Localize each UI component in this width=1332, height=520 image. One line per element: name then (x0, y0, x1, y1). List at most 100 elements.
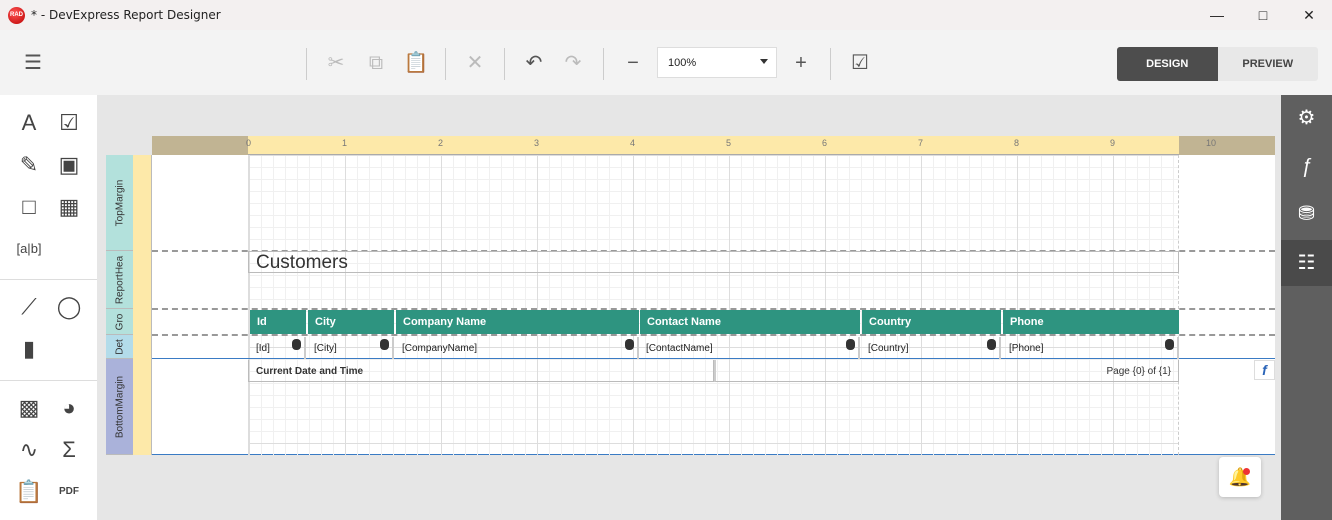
toolbar: ☰ ✂ ⧉ 📋 ✕ ↶ ↷ − 100% + ☑ DESIGN PREVIEW (0, 30, 1332, 95)
table-tool-icon[interactable]: ▦ (54, 192, 84, 222)
band-label: TopMargin (114, 179, 125, 226)
field-name: [Id] (256, 343, 270, 354)
menu-icon[interactable]: ☰ (18, 48, 48, 78)
mode-switch: DESIGN PREVIEW (1117, 47, 1318, 81)
gauge-tool-icon[interactable]: ◕ (54, 393, 84, 423)
zoom-out-icon[interactable]: − (618, 48, 648, 78)
horizontal-ruler: 0 1 2 3 4 5 6 7 8 9 10 (152, 136, 1275, 155)
right-margin-marker[interactable] (1179, 136, 1275, 155)
ruler-number: 0 (246, 138, 252, 148)
report-page (152, 155, 1275, 455)
band-label: ReportHea (114, 255, 125, 304)
band-label: Gro (114, 313, 125, 330)
band-label: BottomMargin (114, 375, 125, 438)
detail-cell[interactable]: [Id] (250, 337, 306, 359)
database-icon (987, 339, 996, 350)
database-icon (380, 339, 389, 350)
database-icon (292, 339, 301, 350)
label-tool-icon[interactable]: A (14, 108, 44, 138)
divider (504, 48, 505, 80)
ruler-number: 5 (726, 138, 732, 148)
band-top-margin[interactable]: TopMargin (106, 155, 133, 251)
divider (830, 48, 831, 80)
copy-icon[interactable]: ⧉ (361, 48, 391, 78)
ruler-number: 9 (1110, 138, 1116, 148)
header-cell[interactable]: Company Name (396, 310, 639, 334)
divider (603, 48, 604, 80)
detail-cell[interactable]: [ContactName] (640, 337, 860, 359)
footer-page-cell[interactable]: Page {0} of {1} (714, 360, 1179, 382)
toolbox: A ☑ ✎ ▣ □ ▦ [a|b] ⟋ ◯ ▮​ ▩ ◕ ∿ Σ 📋 PDF (0, 95, 97, 520)
ruler-number: 7 (918, 138, 924, 148)
zoom-in-icon[interactable]: + (786, 48, 816, 78)
panel-tool-icon[interactable]: □ (14, 192, 44, 222)
database-icon (846, 339, 855, 350)
ruler-number: 1 (342, 138, 348, 148)
preview-button[interactable]: PREVIEW (1218, 47, 1319, 81)
field-name: [City] (314, 343, 337, 354)
field-name: [CompanyName] (402, 343, 478, 354)
ruler-number: 3 (534, 138, 540, 148)
header-cell[interactable]: Phone (1003, 310, 1179, 334)
design-button[interactable]: DESIGN (1117, 47, 1218, 81)
line-tool-icon[interactable]: ⟋ (14, 292, 44, 322)
validate-data-icon[interactable]: ☑ (845, 48, 875, 78)
chart-tool-icon[interactable]: ▩ (14, 393, 44, 423)
divider (445, 48, 446, 80)
rich-text-tool-icon[interactable]: ✎ (14, 150, 44, 180)
database-icon (1165, 339, 1174, 350)
undo-icon[interactable]: ↶ (519, 48, 549, 78)
shape-tool-icon[interactable]: ◯ (54, 292, 84, 322)
header-cell[interactable]: Contact Name (640, 310, 860, 334)
detail-cell[interactable]: [CompanyName] (396, 337, 639, 359)
report-explorer-icon[interactable]: ☷ (1281, 240, 1332, 286)
delete-icon[interactable]: ✕ (460, 48, 490, 78)
sparkline-tool-icon[interactable]: ∿ (14, 435, 44, 465)
expression-icon[interactable]: f (1254, 360, 1275, 380)
zoom-value: 100% (668, 57, 697, 69)
grid (248, 155, 1179, 455)
header-cell[interactable]: Id (250, 310, 306, 334)
minimize-button[interactable]: — (1194, 0, 1240, 30)
redo-icon[interactable]: ↷ (558, 48, 588, 78)
field-name: [Country] (868, 343, 909, 354)
paste-icon[interactable]: 📋 (401, 48, 431, 78)
summary-tool-icon[interactable]: Σ (54, 435, 84, 465)
band-bottom-margin[interactable]: BottomMargin (106, 359, 133, 455)
picture-tool-icon[interactable]: ▣ (54, 150, 84, 180)
vertical-ruler (133, 155, 152, 455)
zoom-select[interactable]: 100% (657, 47, 777, 78)
band-report-header[interactable]: ReportHea (106, 251, 133, 309)
detail-cell[interactable]: [Country] (862, 337, 1001, 359)
left-margin-marker[interactable] (152, 136, 248, 155)
maximize-button[interactable]: □ (1240, 0, 1286, 30)
pdf-tool-icon[interactable]: PDF (54, 477, 84, 507)
band-separator (152, 334, 1275, 336)
ruler-number: 2 (438, 138, 444, 148)
field-name: [ContactName] (646, 343, 713, 354)
notification-bell-icon[interactable]: 🔔 (1219, 457, 1261, 497)
band-detail[interactable]: Det (106, 335, 133, 359)
character-comb-icon[interactable]: [a|b] (14, 234, 44, 264)
ruler-number: 10 (1206, 138, 1217, 148)
band-group-header[interactable]: Gro (106, 309, 133, 335)
chevron-down-icon (760, 59, 768, 64)
database-icon (625, 339, 634, 350)
title-bar: RAD * - DevExpress Report Designer — □ ✕ (0, 0, 1332, 30)
detail-cell[interactable]: [City] (308, 337, 394, 359)
subreport-tool-icon[interactable]: 📋 (14, 477, 44, 507)
detail-cell[interactable]: [Phone] (1003, 337, 1179, 359)
header-cell[interactable]: Country (862, 310, 1001, 334)
checkbox-tool-icon[interactable]: ☑ (54, 108, 84, 138)
window-title: * - DevExpress Report Designer (31, 8, 221, 22)
field-name: [Phone] (1009, 343, 1044, 354)
barcode-tool-icon[interactable]: ▮​ (14, 334, 44, 364)
close-button[interactable]: ✕ (1286, 0, 1332, 30)
cut-icon[interactable]: ✂ (321, 48, 351, 78)
report-title[interactable]: Customers (248, 251, 1179, 273)
database-icon[interactable]: ⛃ (1281, 191, 1332, 237)
header-cell[interactable]: City (308, 310, 394, 334)
gear-icon[interactable]: ⚙ (1281, 95, 1332, 141)
expression-icon[interactable]: ƒ (1281, 143, 1332, 189)
footer-date-cell[interactable]: Current Date and Time (248, 360, 714, 382)
